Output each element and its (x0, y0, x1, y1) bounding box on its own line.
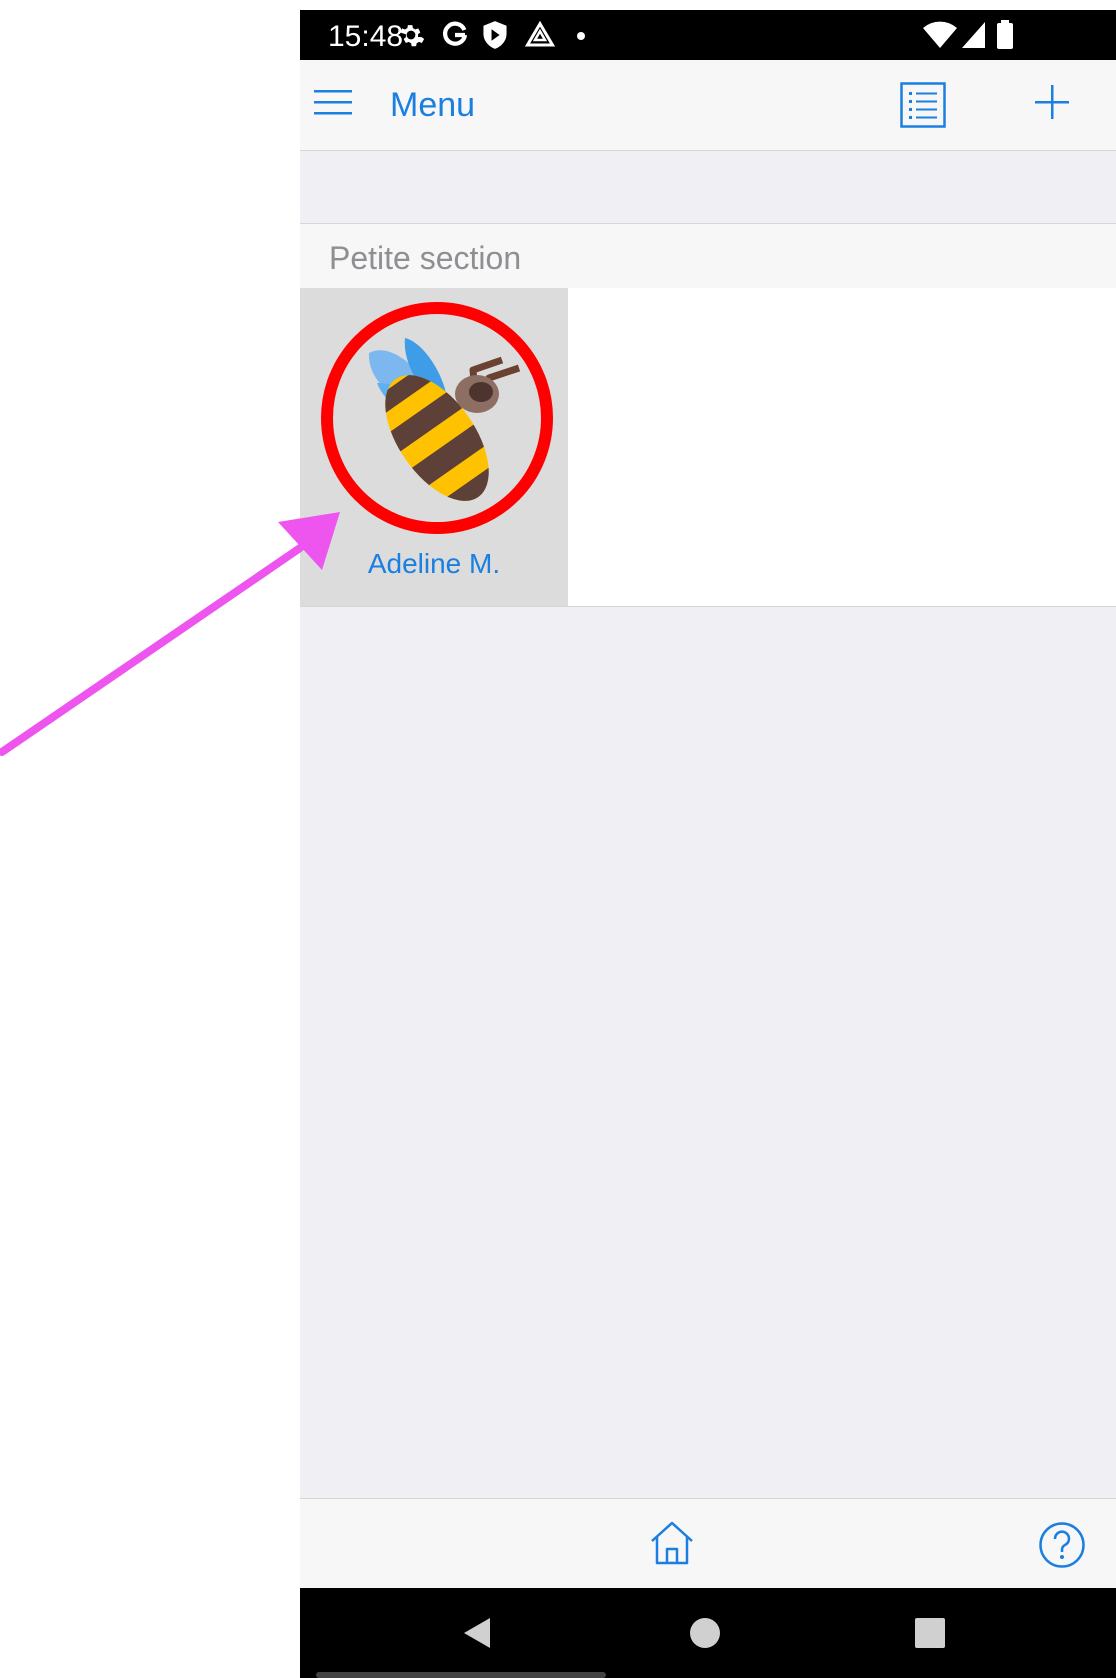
plus-icon[interactable] (1032, 82, 1072, 122)
dot-icon (577, 32, 585, 40)
students-grid: Adeline M. (300, 288, 1116, 607)
wifi-icon (923, 21, 957, 48)
google-g-icon (443, 21, 468, 46)
arrow-shaft (0, 544, 304, 756)
tab-bar (300, 1498, 1116, 1589)
nav-bar: Menu (300, 60, 1116, 151)
menu-button[interactable]: Menu (390, 86, 475, 125)
gear-icon (399, 25, 425, 47)
home-icon[interactable] (648, 1519, 696, 1567)
student-name: Adeline M. (367, 548, 501, 579)
triangle-warning-icon (525, 20, 555, 47)
spacer-band (300, 151, 1116, 224)
bee-icon (321, 302, 553, 534)
android-nav-bar (300, 1588, 1116, 1678)
battery-icon (997, 20, 1013, 49)
help-icon[interactable] (1038, 1521, 1086, 1569)
status-bar: 15:48 (300, 10, 1116, 60)
home-circle-icon[interactable] (688, 1616, 722, 1650)
shield-play-icon (483, 21, 507, 49)
section-title: Petite section (329, 240, 522, 276)
back-triangle-icon[interactable] (460, 1616, 494, 1650)
section-header: Petite section (300, 224, 1116, 288)
status-time: 15:48 (328, 20, 404, 53)
signal-icon (962, 22, 985, 48)
student-card[interactable]: Adeline M. (300, 288, 568, 606)
phone-screen: 15:48 Menu Petite section Adeline M. (300, 10, 1116, 1678)
gesture-pill (316, 1672, 606, 1678)
recents-square-icon[interactable] (913, 1616, 947, 1650)
hamburger-icon[interactable] (314, 88, 354, 118)
list-icon[interactable] (900, 82, 946, 128)
